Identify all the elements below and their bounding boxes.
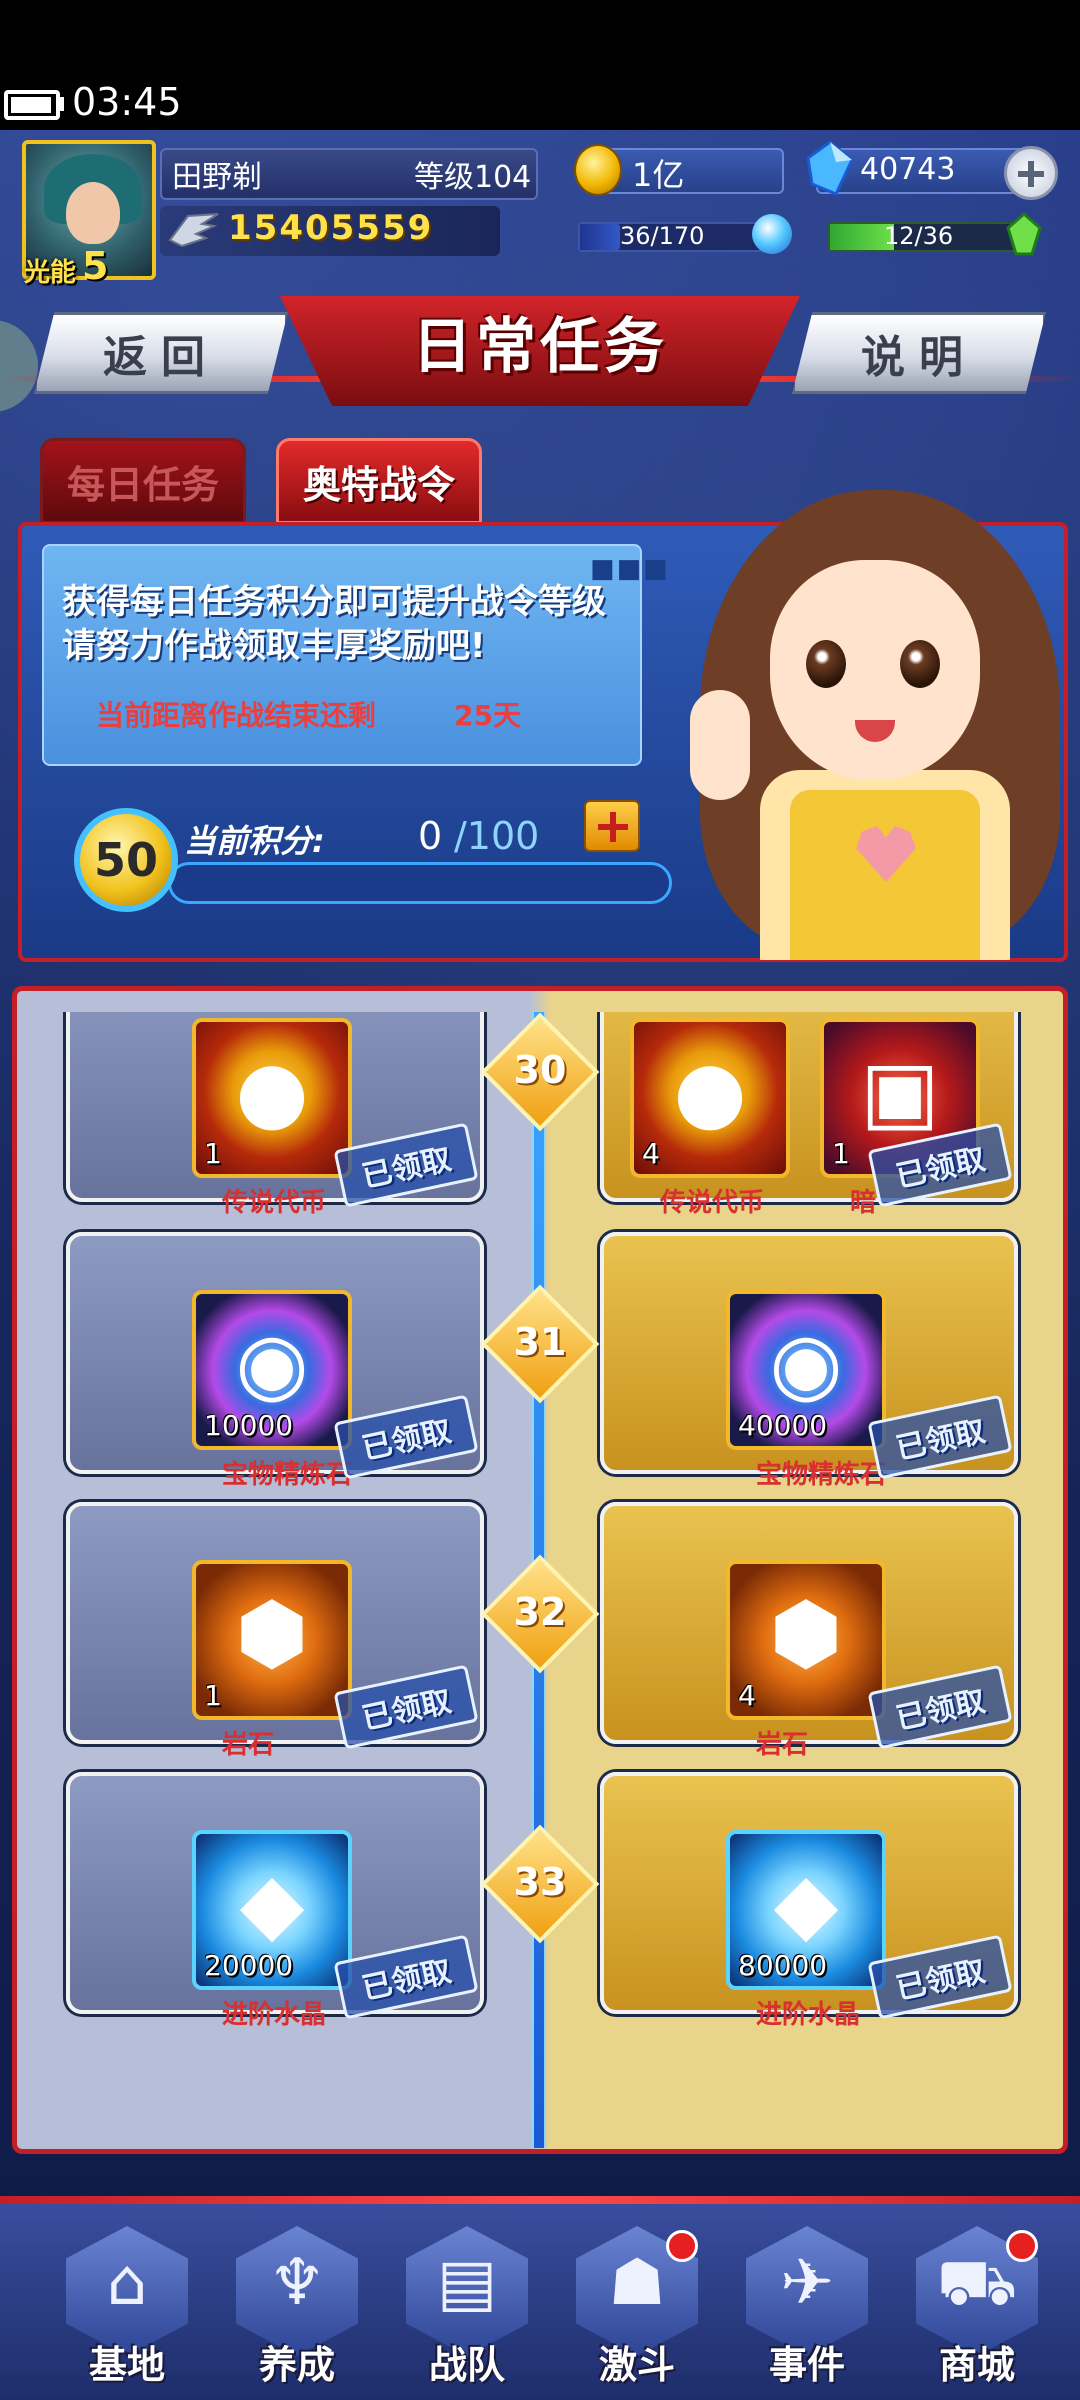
- rock-icon: ⬢ 1: [192, 1560, 352, 1720]
- player-name: 田野剃: [172, 160, 262, 195]
- back-button[interactable]: 返回: [34, 312, 288, 394]
- item-name: 暗: [850, 1188, 877, 1218]
- item-quantity: 1: [832, 1137, 850, 1170]
- battery-icon: [4, 90, 60, 120]
- nav-item-training[interactable]: ♆ 养成: [222, 2226, 372, 2394]
- item-name: 进阶水晶: [756, 2000, 861, 2030]
- item-name: 岩石: [756, 1730, 809, 1760]
- event-jet-icon: ✈: [780, 2246, 834, 2320]
- crystal-icon-glyph: ◆: [773, 1854, 839, 1952]
- blue-gem-icon: [806, 140, 854, 196]
- tab-daily-tasks[interactable]: 每日任务: [40, 438, 246, 524]
- stamina-fill: [580, 224, 620, 250]
- notification-dot: [666, 2230, 698, 2262]
- coin-icon: [574, 144, 622, 196]
- refining-stone-icon: ◉ 40000: [726, 1290, 886, 1450]
- nav-label: 基地: [88, 2343, 165, 2387]
- legend-coin-icon-glyph: ●: [235, 1042, 309, 1140]
- add-currency-button[interactable]: [1004, 146, 1058, 200]
- energy-label: 光能: [24, 258, 77, 288]
- refining-stone-icon-glyph: ◉: [769, 1314, 843, 1412]
- nav-label: 激斗: [598, 2343, 675, 2387]
- guide-girl-eye-left: [806, 640, 846, 688]
- reward-level-number: 31: [513, 1320, 567, 1364]
- points-max: /100: [454, 814, 540, 858]
- crystal-icon: ◆ 20000: [192, 1830, 352, 1990]
- pass-description-line1: 获得每日任务积分即可提升战令等级: [62, 582, 606, 622]
- green-gem-icon[interactable]: [1006, 212, 1042, 256]
- reward-level-number: 32: [513, 1590, 567, 1634]
- bottom-nav-border: [0, 2196, 1080, 2204]
- clock: 03:45: [72, 80, 182, 124]
- avatar-face: [66, 182, 120, 244]
- item-quantity: 10000: [204, 1409, 294, 1442]
- nav-label: 战队: [428, 2343, 505, 2387]
- treasure-chest-icon-glyph: ▣: [860, 1042, 940, 1140]
- item-quantity: 20000: [204, 1949, 294, 1982]
- item-quantity: 1: [204, 1679, 222, 1712]
- rock-icon-glyph: ⬢: [235, 1584, 309, 1682]
- item-name: 进阶水晶: [222, 2000, 327, 2030]
- coin-value: 1亿: [632, 156, 685, 194]
- remaining-label: 当前距离作战结束还剩: [96, 699, 377, 732]
- green-resource-value: 12/36: [884, 222, 954, 250]
- info-button[interactable]: 说明: [792, 312, 1046, 394]
- reward-level-number: 30: [513, 1048, 567, 1092]
- item-quantity: 80000: [738, 1949, 828, 1982]
- nav-item-base[interactable]: ⌂ 基地: [52, 2226, 202, 2394]
- buy-points-button[interactable]: [584, 800, 640, 852]
- points-label: 当前积分:: [184, 822, 325, 860]
- crystal-icon-glyph: ◆: [239, 1854, 305, 1952]
- battery-tip: [60, 97, 64, 111]
- gem-value: 40743: [860, 152, 956, 187]
- nav-item-event-jet[interactable]: ✈ 事件: [732, 2226, 882, 2394]
- item-quantity: 4: [642, 1137, 660, 1170]
- reward-level-number: 33: [513, 1860, 567, 1904]
- nav-item-team-cards[interactable]: ▤ 战队: [392, 2226, 542, 2394]
- nav-item-shop-cart[interactable]: ⛟ 商城: [902, 2226, 1052, 2394]
- guide-girl-face: [770, 560, 980, 780]
- legend-coin-icon: ● 1: [192, 1018, 352, 1178]
- nav-label: 养成: [258, 2343, 335, 2387]
- training-icon: ♆: [268, 2246, 326, 2320]
- team-cards-icon: ▤: [436, 2246, 498, 2320]
- item-name: 传说代币: [222, 1188, 327, 1218]
- points-progress-track: [168, 862, 672, 904]
- item-quantity: 40000: [738, 1409, 828, 1442]
- power-wing-icon: [168, 213, 219, 248]
- legend-coin-icon: ● 4: [630, 1018, 790, 1178]
- item-name: 宝物精炼石: [756, 1460, 887, 1490]
- guide-girl-hand: [690, 690, 750, 800]
- item-name: 宝物精炼石: [222, 1460, 353, 1490]
- rock-icon-glyph: ⬢: [769, 1584, 843, 1682]
- refining-stone-icon: ◉ 10000: [192, 1290, 352, 1450]
- item-name: 岩石: [222, 1730, 275, 1760]
- energy-value: 5: [82, 244, 109, 288]
- remaining-value: 25天: [454, 699, 521, 732]
- guide-girl-eye-right: [900, 640, 940, 688]
- item-quantity: 4: [738, 1679, 756, 1712]
- stamina-orb-icon[interactable]: [752, 214, 792, 254]
- nav-label: 商城: [938, 2343, 1015, 2387]
- base-icon: ⌂: [106, 2246, 148, 2320]
- pass-description-line2: 请努力作战领取丰厚奖励吧!: [62, 626, 486, 666]
- crystal-icon: ◆ 80000: [726, 1830, 886, 1990]
- refining-stone-icon-glyph: ◉: [235, 1314, 309, 1412]
- page-title: 日常任务: [412, 312, 668, 382]
- item-name: 传说代币: [660, 1188, 765, 1218]
- nav-label: 事件: [768, 2343, 845, 2387]
- player-level: 等级104: [414, 160, 532, 195]
- tab-ultra-pass[interactable]: 奥特战令: [276, 438, 482, 524]
- stamina-value: 36/170: [620, 222, 705, 250]
- notification-dot: [1006, 2230, 1038, 2262]
- rock-icon: ⬢ 4: [726, 1560, 886, 1720]
- pass-level-badge: 50: [74, 808, 178, 912]
- nav-item-battle[interactable]: ☗ 激斗: [562, 2226, 712, 2394]
- legend-coin-icon-glyph: ●: [673, 1042, 747, 1140]
- item-quantity: 1: [204, 1137, 222, 1170]
- power-value: 15405559: [228, 208, 434, 248]
- points-value: 0: [418, 814, 443, 858]
